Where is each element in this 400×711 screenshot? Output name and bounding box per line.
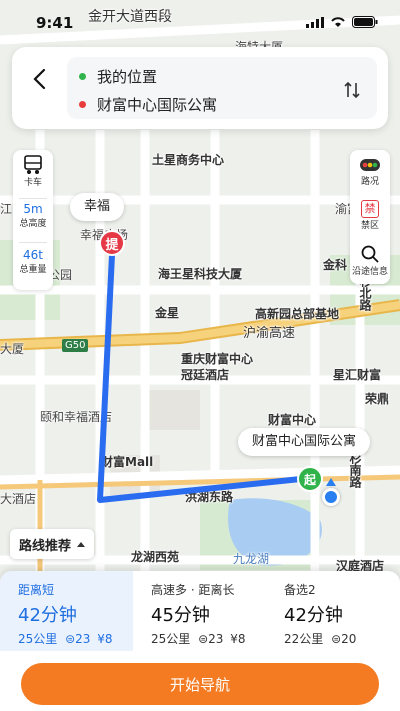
caret-up-icon <box>77 541 85 547</box>
destination-dot-icon <box>79 100 86 108</box>
restricted-zone-button[interactable]: 禁 禁区 <box>350 200 390 231</box>
option-toll: ¥8 <box>97 632 113 646</box>
route-card: 我的位置 财富中心国际公寓 <box>12 47 388 129</box>
search-icon <box>361 245 379 263</box>
battery-icon <box>352 16 378 28</box>
current-location-icon <box>322 488 340 506</box>
pickup-marker-icon[interactable]: 提 <box>99 230 125 256</box>
route-line <box>97 252 313 503</box>
status-time: 9:41 <box>36 14 74 32</box>
start-marker-icon[interactable]: 起 <box>297 466 323 492</box>
search-label: 沿途信息 <box>351 267 388 277</box>
along-route-search-button[interactable]: 沿途信息 <box>350 244 390 277</box>
route-fields: 我的位置 财富中心国际公寓 <box>67 57 377 119</box>
truck-weight[interactable]: 46t 总重量 <box>13 248 53 275</box>
option-meta: 25公里 ⊜23 ¥8 <box>18 630 133 647</box>
status-bar: 9:41 <box>0 0 400 44</box>
option-meta: 22公里 ⊜20 <box>284 630 399 647</box>
truck-height[interactable]: 5m 总高度 <box>13 202 53 229</box>
pickup-bubble[interactable]: 幸福 <box>70 193 125 221</box>
option-distance: 22公里 <box>284 632 324 646</box>
height-value: 5m <box>23 202 43 216</box>
signal-icon <box>306 16 324 28</box>
option-lights: 20 <box>341 632 357 646</box>
route-options-sheet: 距离短 42分钟 25公里 ⊜23 ¥8 高速多 · 距离长 45分钟 25公里… <box>0 571 400 711</box>
traffic-light-count-icon: ⊜ <box>65 632 76 646</box>
start-navigation-button[interactable]: 开始导航 <box>21 663 379 705</box>
option-distance: 25公里 <box>151 632 191 646</box>
origin-field[interactable]: 我的位置 <box>79 65 157 87</box>
option-time: 42分钟 <box>284 605 343 626</box>
origin-text: 我的位置 <box>97 67 158 86</box>
option-distance: 25公里 <box>18 632 58 646</box>
option-tag: 距离短 <box>18 583 55 597</box>
recommend-label: 路线推荐 <box>18 538 71 554</box>
truck-type[interactable]: 卡车 <box>13 155 53 188</box>
weight-label: 总重量 <box>19 265 47 275</box>
option-tag: 高速多 · 距离长 <box>151 583 235 597</box>
route-recommend-button[interactable]: 路线推荐 <box>10 529 94 559</box>
option-meta: 25公里 ⊜23 ¥8 <box>151 630 266 647</box>
swap-icon[interactable] <box>341 79 363 101</box>
wifi-icon <box>331 17 345 27</box>
destination-bubble[interactable]: 财富中心国际公寓 <box>238 428 371 456</box>
weight-value: 46t <box>23 248 43 262</box>
height-label: 总高度 <box>19 219 47 229</box>
back-arrow-icon[interactable] <box>28 67 52 91</box>
traffic-label: 路况 <box>360 177 379 187</box>
map-tools-panel: 路况 禁 禁区 沿途信息 <box>350 150 390 284</box>
option-toll: ¥8 <box>230 632 246 646</box>
destination-text: 财富中心国际公寓 <box>97 95 218 114</box>
truck-icon <box>24 155 42 174</box>
option-lights: 23 <box>75 632 91 646</box>
route-option-2[interactable]: 高速多 · 距离长 45分钟 25公里 ⊜23 ¥8 <box>133 571 266 651</box>
route-options: 距离短 42分钟 25公里 ⊜23 ¥8 高速多 · 距离长 45分钟 25公里… <box>0 571 400 651</box>
heading-arrow-icon <box>326 478 336 486</box>
truck-settings-panel[interactable]: 卡车 5m 总高度 46t 总重量 <box>13 150 53 290</box>
restrict-label: 禁区 <box>360 221 379 231</box>
truck-label: 卡车 <box>23 178 42 188</box>
route-option-3[interactable]: 备选2 42分钟 22公里 ⊜20 <box>266 571 399 651</box>
option-lights: 23 <box>208 632 224 646</box>
option-tag: 备选2 <box>284 583 316 597</box>
restricted-zone-icon: 禁 <box>361 200 379 218</box>
traffic-light-icon <box>360 159 380 171</box>
destination-field[interactable]: 财富中心国际公寓 <box>79 93 217 115</box>
route-option-1[interactable]: 距离短 42分钟 25公里 ⊜23 ¥8 <box>0 571 133 651</box>
divider <box>19 198 47 199</box>
traffic-light-count-icon: ⊜ <box>198 632 209 646</box>
divider <box>19 242 47 243</box>
origin-dot-icon <box>79 72 86 80</box>
traffic-button[interactable]: 路况 <box>350 156 390 187</box>
status-icons <box>306 16 378 28</box>
option-time: 45分钟 <box>151 605 210 626</box>
option-time: 42分钟 <box>18 605 77 626</box>
traffic-light-count-icon: ⊜ <box>331 632 342 646</box>
